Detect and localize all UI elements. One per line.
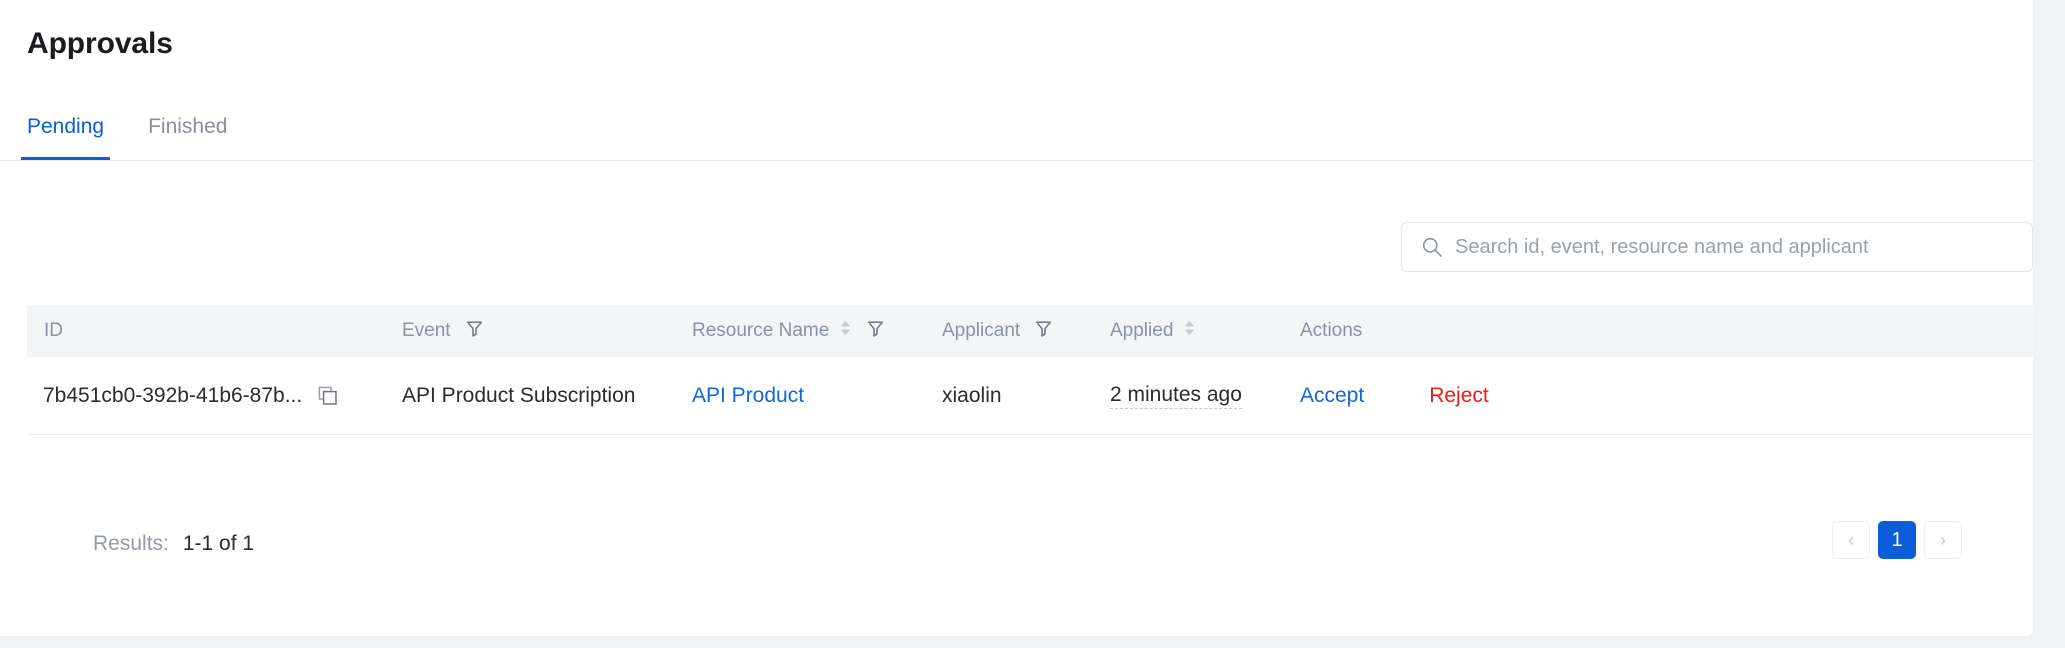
sort-icon-applied[interactable] [1183, 318, 1196, 344]
column-header-applied: Applied [1110, 318, 1300, 344]
filter-icon-resource-name[interactable] [866, 319, 885, 344]
approvals-table: ID Event Resource Name Applicant Applied… [27, 305, 2033, 435]
column-header-applicant: Applicant [942, 319, 1110, 344]
filter-icon-event[interactable] [465, 319, 484, 344]
pagination-page-1[interactable]: 1 [1878, 521, 1916, 559]
cell-id-value: 7b451cb0-392b-41b6-87b... [43, 384, 303, 407]
pagination: ‹ 1 › [1832, 521, 1962, 559]
search-box[interactable] [1401, 222, 2033, 272]
column-header-id-label: ID [44, 320, 63, 341]
tab-divider [0, 160, 2033, 161]
results-summary: Results: 1-1 of 1 [93, 531, 254, 556]
tab-finished[interactable]: Finished [148, 114, 227, 161]
table-row: 7b451cb0-392b-41b6-87b... API Product Su… [27, 357, 2033, 435]
cell-id: 7b451cb0-392b-41b6-87b... [27, 383, 402, 408]
chevron-right-icon: › [1940, 530, 1946, 550]
cell-applied: 2 minutes ago [1110, 382, 1300, 409]
cell-actions: Accept Reject [1300, 383, 1720, 408]
cell-applied-value: 2 minutes ago [1110, 382, 1242, 409]
tab-pending[interactable]: Pending [20, 114, 111, 161]
column-header-event: Event [402, 319, 692, 344]
pagination-next-button[interactable]: › [1924, 521, 1962, 559]
column-header-id: ID [27, 320, 402, 342]
results-value: 1-1 of 1 [182, 532, 255, 555]
chevron-left-icon: ‹ [1848, 530, 1854, 550]
column-header-resource-name-label: Resource Name [692, 320, 830, 341]
page-title: Approvals [27, 27, 173, 60]
table-header-row: ID Event Resource Name Applicant Applied… [27, 305, 2033, 357]
tab-bar: Pending Finished [20, 95, 271, 161]
search-area [1401, 222, 2033, 272]
cell-applicant: xiaolin [942, 383, 1110, 408]
content-card: Approvals Pending Finished Search id, ev… [0, 0, 2033, 636]
results-label: Results: [93, 532, 169, 555]
search-input[interactable] [1402, 223, 2032, 271]
pagination-prev-button[interactable]: ‹ [1832, 521, 1870, 559]
column-header-resource-name: Resource Name [692, 318, 942, 344]
column-header-applied-label: Applied [1110, 320, 1174, 341]
column-header-actions: Actions [1300, 320, 1720, 342]
column-header-applicant-label: Applicant [942, 320, 1021, 341]
resource-name-link[interactable]: API Product [692, 383, 804, 408]
cell-event-value: API Product Subscription [402, 384, 636, 407]
sort-icon-resource-name[interactable] [839, 318, 852, 344]
cell-event: API Product Subscription [402, 383, 692, 408]
copy-icon[interactable] [318, 386, 338, 406]
column-header-actions-label: Actions [1300, 320, 1363, 341]
tab-finished-label: Finished [148, 115, 228, 138]
search-icon [1421, 236, 1443, 258]
cell-applicant-value: xiaolin [942, 384, 1002, 407]
filter-icon-applicant[interactable] [1034, 319, 1053, 344]
approvals-page: Approvals Pending Finished Search id, ev… [0, 0, 2065, 648]
pagination-page-1-label: 1 [1891, 528, 1903, 551]
cell-resource-name: API Product [692, 383, 942, 408]
reject-button[interactable]: Reject [1429, 383, 1489, 408]
tab-pending-label: Pending [27, 115, 105, 138]
column-header-event-label: Event [402, 320, 451, 341]
accept-button[interactable]: Accept [1300, 383, 1364, 408]
